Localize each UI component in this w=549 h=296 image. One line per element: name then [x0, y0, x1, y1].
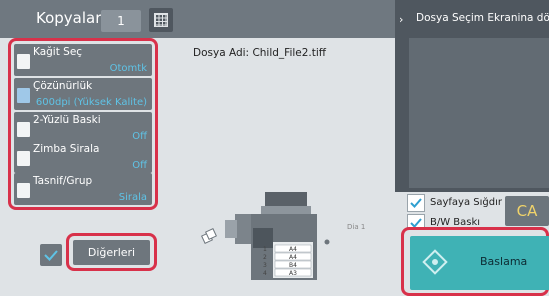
paper-select-icon: [17, 54, 30, 69]
setting-label: 2-Yüzlü Baski: [33, 114, 101, 126]
setting-duplex[interactable]: 2-Yüzlü Baski Off: [14, 112, 152, 144]
staple-sort-icon: [17, 151, 30, 166]
setting-value: 600dpi (Yüksek Kalite): [35, 97, 147, 108]
back-to-file-select-label: Dosya Seçim Ekranina dön: [416, 12, 549, 24]
setting-label: Çözünürlük: [33, 80, 93, 92]
page-title: Kopyalar: [36, 9, 102, 27]
start-label: Baslama: [480, 255, 528, 268]
setting-sort-group[interactable]: Tasnif/Grup Sirala: [14, 173, 152, 205]
start-button[interactable]: Baslama: [410, 236, 549, 290]
fit-to-page-label: Sayfaya Sığdır: [430, 197, 502, 208]
check-icon: [44, 250, 58, 261]
setting-value: Sirala: [118, 192, 147, 203]
file-name-row: Dosya Adi: Child_File2.tiff: [193, 47, 326, 59]
start-button-outline: Baslama: [401, 227, 549, 296]
setting-value: Otomtk: [109, 63, 147, 74]
file-preview-area: [409, 38, 549, 188]
check-icon: [410, 198, 422, 208]
tray-3-size: B4: [289, 262, 297, 269]
start-icon: [422, 249, 448, 275]
setting-paper-select[interactable]: Kağit Seç Otomtk: [14, 44, 152, 76]
setting-resolution[interactable]: Çözünürlük 600dpi (Yüksek Kalite): [14, 78, 152, 110]
sheet-output-icon: [201, 228, 217, 244]
fit-to-page-checkbox[interactable]: [407, 194, 425, 212]
setting-label: Kağit Seç: [33, 46, 83, 58]
setting-label: Zimba Sirala: [33, 143, 100, 155]
keypad-icon: [154, 13, 168, 27]
copies-input[interactable]: 1: [101, 10, 141, 32]
file-select-panel[interactable]: › Dosya Seçim Ekranina dön: [395, 0, 549, 192]
svg-text:4: 4: [263, 270, 267, 277]
clear-all-button[interactable]: CA: [505, 196, 549, 226]
resolution-icon: [17, 88, 30, 103]
top-bar: Kopyalar 1: [0, 0, 395, 38]
others-button[interactable]: Diğerleri: [73, 240, 150, 265]
settings-panel: Kağit Seç Otomtk Çözünürlük 600dpi (Yüks…: [8, 38, 158, 210]
page-number: Dia 1: [347, 223, 366, 231]
setting-value: Off: [132, 160, 147, 171]
sort-group-icon: [17, 183, 30, 198]
back-to-file-select[interactable]: › Dosya Seçim Ekranina dön: [395, 0, 549, 38]
setting-label: Tasnif/Grup: [33, 175, 93, 187]
duplex-icon: [17, 122, 30, 137]
tray-2-size: A4: [289, 254, 297, 261]
setting-staple-sort[interactable]: Zimba Sirala Off: [14, 141, 152, 173]
printer-illustration: 1 2 3 4 A4 A4 B4 A3: [201, 192, 330, 280]
keypad-button[interactable]: [149, 8, 173, 32]
chevron-right-icon: ›: [399, 13, 404, 26]
file-name-label: Dosya Adi:: [193, 47, 250, 59]
copy-screen: Kopyalar 1 Kağit Seç Otomtk Çözünürlük 6…: [0, 0, 549, 296]
tray-4-size: A3: [289, 270, 297, 277]
tray-1-size: A4: [289, 246, 297, 253]
file-name-value: Child_File2.tiff: [252, 47, 327, 59]
favorites-check-button[interactable]: [40, 244, 62, 266]
svg-text:2: 2: [263, 254, 267, 261]
svg-text:3: 3: [263, 262, 267, 269]
svg-text:1: 1: [263, 246, 267, 253]
others-button-outline: Diğerleri: [66, 233, 157, 271]
